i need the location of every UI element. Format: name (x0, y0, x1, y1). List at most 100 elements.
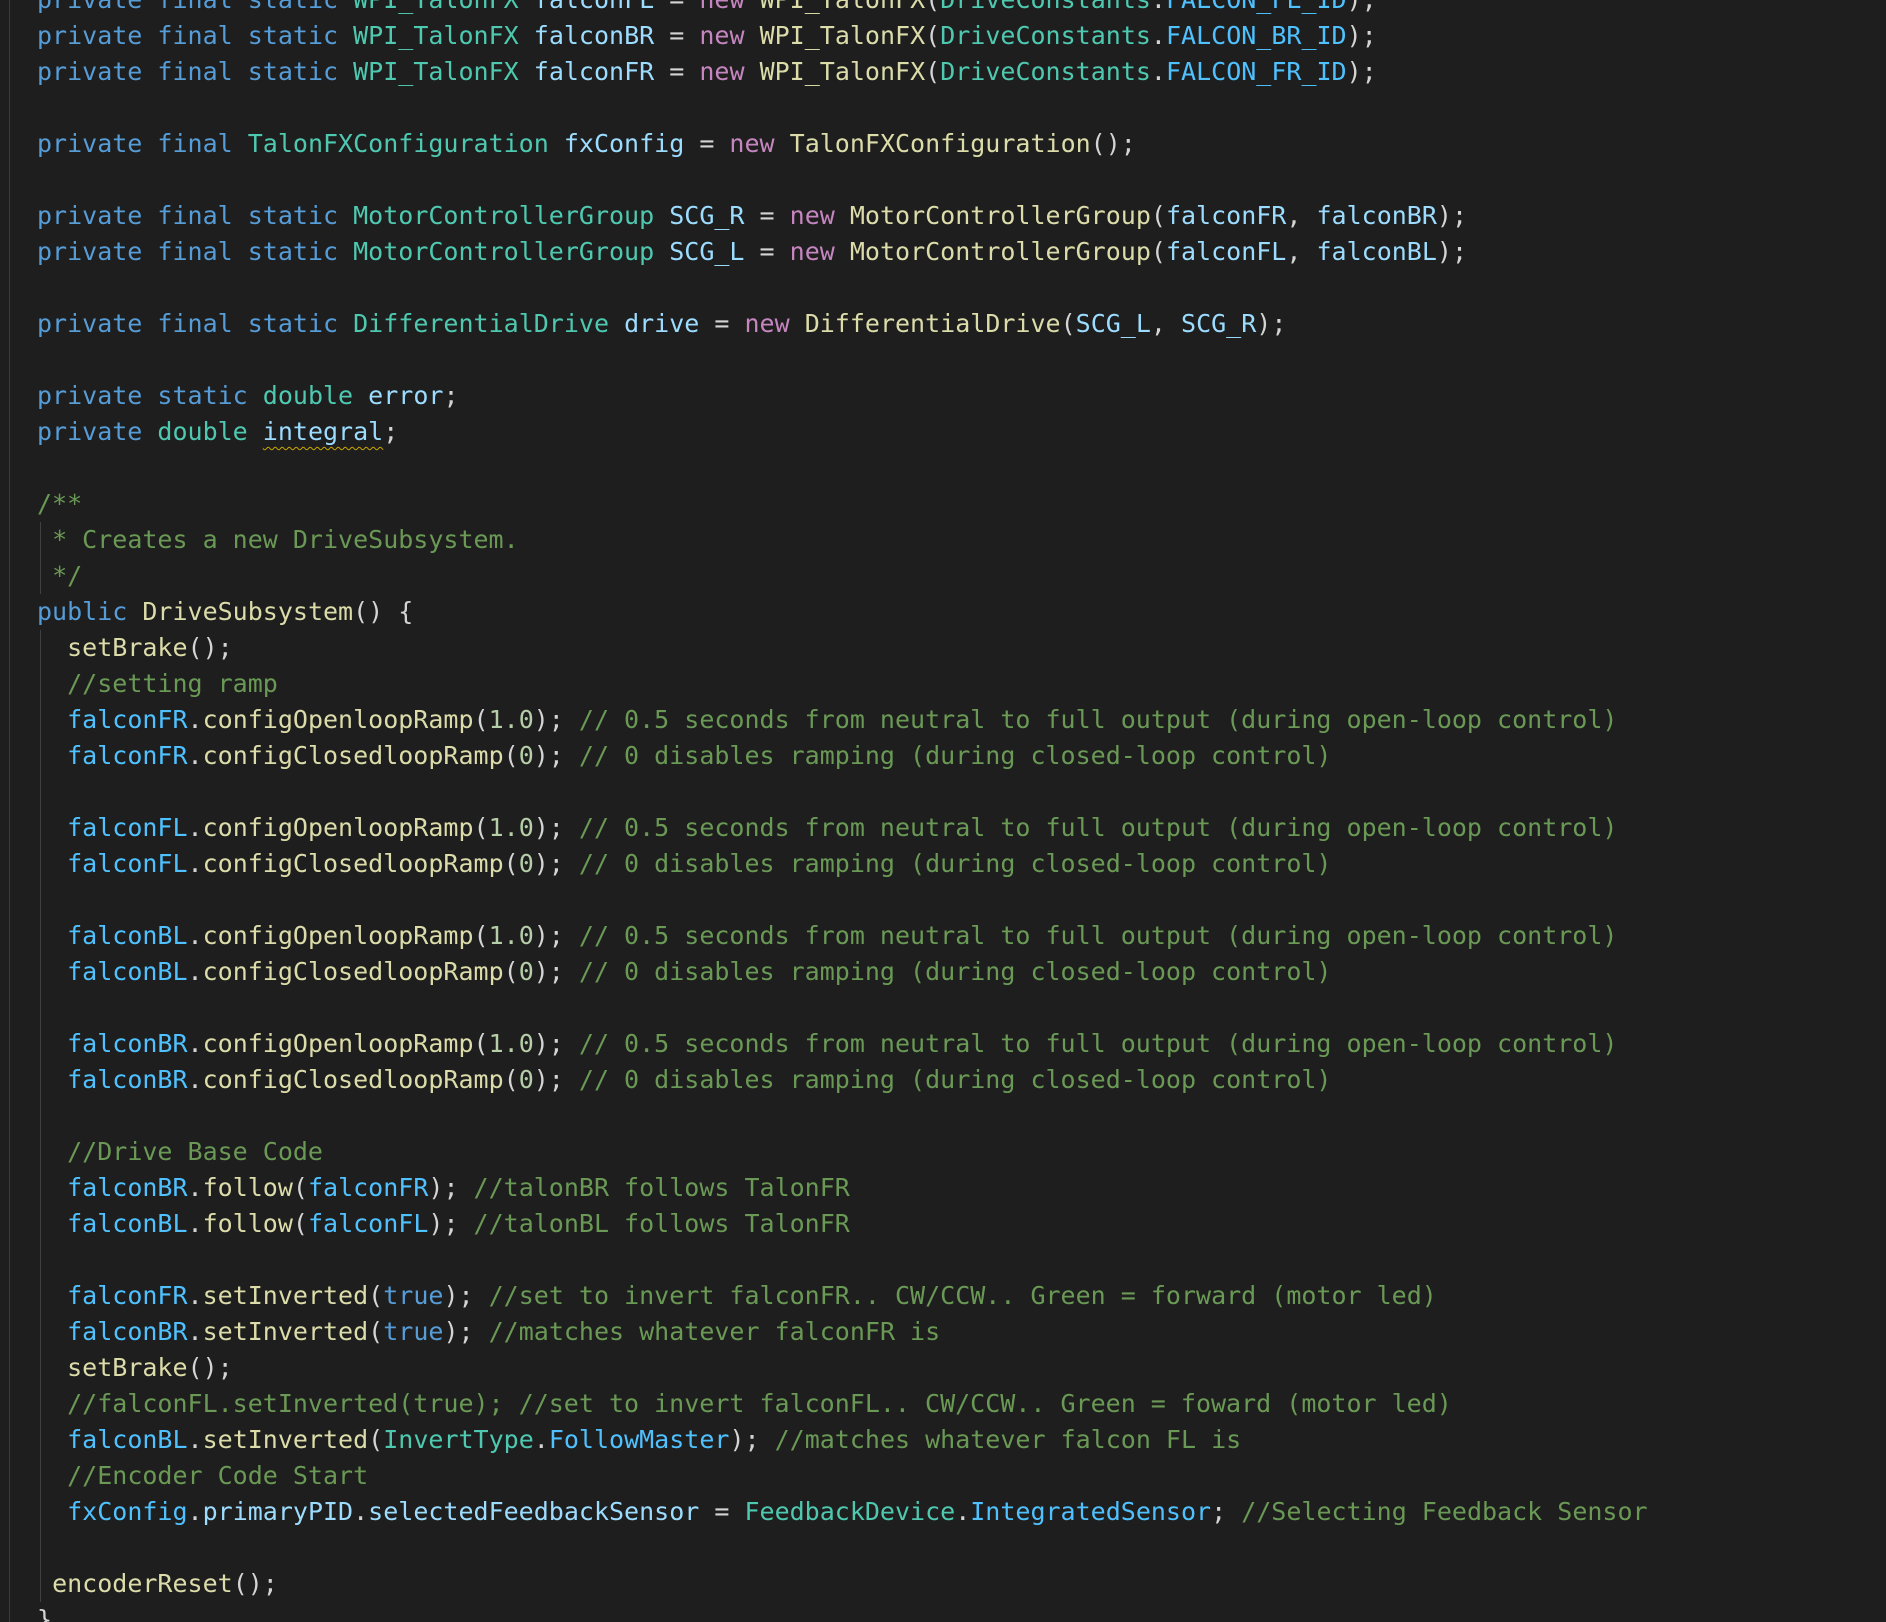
code-token-keyword: final (157, 309, 233, 338)
indent-guide (40, 1494, 41, 1530)
code-line[interactable]: setBrake(); (37, 630, 1648, 666)
indent-guide (40, 1026, 41, 1062)
code-line[interactable] (37, 162, 1648, 198)
indent-guide (40, 810, 41, 846)
code-line[interactable]: falconFR.configClosedloopRamp(0); // 0 d… (37, 738, 1648, 774)
code-token-function: setBrake (67, 633, 188, 662)
code-line[interactable]: //setting ramp (37, 666, 1648, 702)
code-token-variable: falconFL (1165, 237, 1287, 266)
code-line[interactable]: falconBL.follow(falconFL); //talonBL fol… (37, 1206, 1648, 1242)
code-token-punctuation: ); (443, 1317, 489, 1346)
code-token-keyword: private (37, 57, 143, 86)
code-token-function: configClosedloopRamp (202, 1065, 504, 1094)
code-line[interactable] (37, 1530, 1648, 1566)
code-line[interactable]: public DriveSubsystem() { (37, 594, 1648, 630)
indent-guide (40, 1350, 41, 1386)
code-line[interactable]: } (37, 1602, 1648, 1622)
code-line[interactable] (37, 450, 1648, 486)
code-token-punctuation: = (654, 57, 700, 86)
code-token-punctuation (248, 381, 263, 410)
code-line[interactable]: private static double error; (37, 378, 1648, 414)
indent-guide (40, 666, 41, 702)
code-line[interactable]: falconBL.configOpenloopRamp(1.0); // 0.5… (37, 918, 1648, 954)
code-line[interactable]: falconFL.configOpenloopRamp(1.0); // 0.5… (37, 810, 1648, 846)
code-token-number: 0 (518, 957, 534, 986)
code-line[interactable] (37, 990, 1648, 1026)
code-token-variable: falconBR (533, 21, 655, 50)
code-line[interactable]: falconFL.configClosedloopRamp(0); // 0 d… (37, 846, 1648, 882)
code-line[interactable] (37, 1242, 1648, 1278)
indent-guide (40, 1314, 41, 1350)
code-line[interactable]: fxConfig.primaryPID.selectedFeedbackSens… (37, 1494, 1648, 1530)
code-line[interactable]: falconFR.setInverted(true); //set to inv… (37, 1278, 1648, 1314)
code-line[interactable]: private final static MotorControllerGrou… (37, 198, 1648, 234)
code-token-punctuation: . (187, 1173, 203, 1202)
code-token-punctuation: , (1150, 309, 1182, 338)
code-token-keyword: public (37, 597, 128, 626)
code-token-punctuation: ; (383, 417, 399, 446)
code-token-punctuation: (); (187, 633, 233, 662)
code-token-type: double (157, 417, 248, 446)
code-line[interactable] (37, 270, 1648, 306)
code-line[interactable]: private final static WPI_TalonFX falconF… (37, 0, 1648, 18)
code-token-new-keyword: new (729, 129, 775, 158)
code-line[interactable]: private final static DifferentialDrive d… (37, 306, 1648, 342)
code-line[interactable]: * Creates a new DriveSubsystem. (37, 522, 1648, 558)
code-token-field: falconFR (307, 1173, 429, 1202)
code-line[interactable]: falconBL.configClosedloopRamp(0); // 0 d… (37, 954, 1648, 990)
code-line[interactable]: falconBR.setInverted(true); //matches wh… (37, 1314, 1648, 1350)
code-token-type: InvertType (383, 1425, 534, 1454)
code-token-variable: error (368, 381, 444, 410)
code-line[interactable] (37, 342, 1648, 378)
code-token-function: setInverted (202, 1425, 369, 1454)
code-token-keyword: true (383, 1281, 444, 1310)
code-line[interactable]: encoderReset(); (37, 1566, 1648, 1602)
code-line[interactable]: falconBR.configClosedloopRamp(0); // 0 d… (37, 1062, 1648, 1098)
code-token-field: FollowMaster (548, 1425, 730, 1454)
code-token-punctuation (233, 201, 248, 230)
code-area[interactable]: private final static WPI_TalonFX falconF… (37, 0, 1648, 1622)
code-token-comment: /** (37, 489, 83, 518)
code-token-punctuation: ); (1346, 57, 1377, 86)
code-token-punctuation: ( (1060, 309, 1076, 338)
code-line[interactable]: private final static MotorControllerGrou… (37, 234, 1648, 270)
code-line[interactable]: private final TalonFXConfiguration fxCon… (37, 126, 1648, 162)
code-token-punctuation: ); (1436, 201, 1468, 230)
code-token-punctuation (519, 57, 534, 86)
code-line[interactable]: //Encoder Code Start (37, 1458, 1648, 1494)
code-line[interactable]: falconBL.setInverted(InvertType.FollowMa… (37, 1422, 1648, 1458)
code-line[interactable] (37, 90, 1648, 126)
code-token-field: fxConfig (67, 1497, 188, 1526)
code-token-comment: //matches whatever falconFR is (488, 1317, 941, 1346)
code-token-punctuation (549, 129, 564, 158)
code-token-punctuation (142, 21, 157, 50)
code-line[interactable]: falconBR.configOpenloopRamp(1.0); // 0.5… (37, 1026, 1648, 1062)
code-token-punctuation: ( (503, 741, 519, 770)
code-line[interactable]: //Drive Base Code (37, 1134, 1648, 1170)
code-token-function: configClosedloopRamp (202, 957, 504, 986)
code-line[interactable]: setBrake(); (37, 1350, 1648, 1386)
code-token-comment: // 0.5 seconds from neutral to full outp… (578, 921, 1618, 950)
code-token-punctuation (609, 309, 624, 338)
code-token-variable: SCG_L (669, 237, 745, 266)
code-token-new-keyword: new (789, 237, 835, 266)
code-line[interactable]: private double integral; (37, 414, 1648, 450)
indent-guide (40, 1242, 41, 1278)
code-line[interactable]: */ (37, 558, 1648, 594)
code-token-variable: falconBR (1316, 201, 1437, 230)
code-line[interactable] (37, 774, 1648, 810)
code-token-punctuation: . (187, 705, 203, 734)
code-token-new-keyword: new (744, 309, 790, 338)
code-line[interactable]: falconFR.configOpenloopRamp(1.0); // 0.5… (37, 702, 1648, 738)
code-line[interactable] (37, 1098, 1648, 1134)
code-token-comment: //setting ramp (67, 669, 278, 698)
code-line[interactable]: falconBR.follow(falconFR); //talonBR fol… (37, 1170, 1648, 1206)
code-line[interactable]: private final static WPI_TalonFX falconB… (37, 18, 1648, 54)
code-line[interactable] (37, 882, 1648, 918)
code-token-type: WPI_TalonFX (353, 21, 519, 50)
code-line[interactable]: /** (37, 486, 1648, 522)
code-line[interactable]: private final static WPI_TalonFX falconF… (37, 54, 1648, 90)
code-editor[interactable]: private final static WPI_TalonFX falconF… (0, 0, 1886, 1622)
code-line[interactable]: //falconFL.setInverted(true); //set to i… (37, 1386, 1648, 1422)
code-token-punctuation: ( (925, 0, 940, 14)
